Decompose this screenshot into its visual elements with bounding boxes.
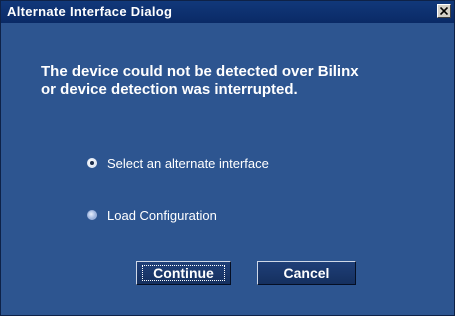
dialog-title: Alternate Interface Dialog bbox=[7, 4, 173, 19]
message-line-2: or device detection was interrupted. bbox=[41, 81, 298, 98]
option-label: Select an alternate interface bbox=[107, 155, 269, 171]
close-button[interactable] bbox=[437, 4, 451, 18]
option-alternate-interface[interactable]: Select an alternate interface bbox=[87, 155, 269, 171]
radio-unselected-icon[interactable] bbox=[87, 210, 97, 220]
dialog-message: The device could not be detected over Bi… bbox=[41, 63, 441, 99]
cancel-button[interactable]: Cancel bbox=[257, 261, 356, 285]
message-line-1: The device could not be detected over Bi… bbox=[41, 63, 359, 80]
close-icon bbox=[440, 7, 448, 15]
cancel-label: Cancel bbox=[283, 265, 330, 281]
continue-button[interactable]: Continue bbox=[136, 261, 231, 285]
alternate-interface-dialog: Alternate Interface Dialog The device co… bbox=[0, 0, 455, 316]
radio-selected-icon[interactable] bbox=[87, 158, 97, 168]
title-bar[interactable]: Alternate Interface Dialog bbox=[1, 1, 454, 23]
continue-label: Continue bbox=[153, 265, 214, 281]
option-load-configuration[interactable]: Load Configuration bbox=[87, 207, 217, 223]
option-label: Load Configuration bbox=[107, 207, 217, 223]
